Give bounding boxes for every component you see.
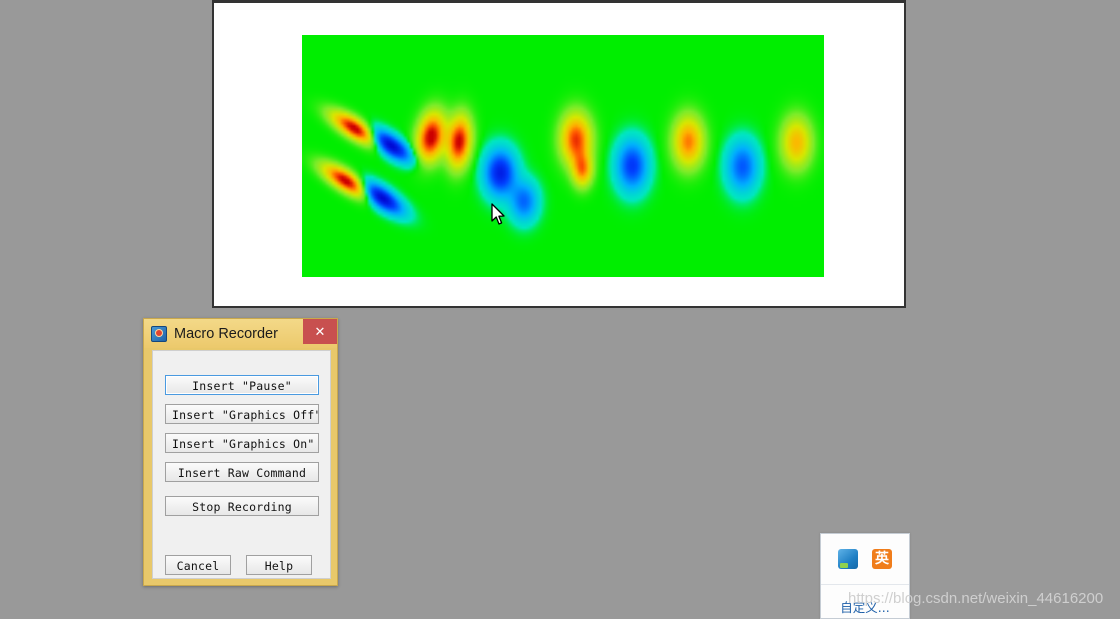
insert-graphics-off-button[interactable]: Insert "Graphics Off" [165, 404, 319, 424]
help-button[interactable]: Help [246, 555, 312, 575]
dialog-body: Insert "Pause" Insert "Graphics Off" Ins… [152, 350, 331, 579]
simulation-window[interactable] [212, 0, 906, 308]
dialog-title: Macro Recorder [174, 325, 278, 342]
insert-raw-command-button[interactable]: Insert Raw Command [165, 462, 319, 482]
ime-icon-row: 英 [821, 534, 909, 585]
cancel-button[interactable]: Cancel [165, 555, 231, 575]
macro-recorder-dialog[interactable]: Macro Recorder ✕ Insert "Pause" Insert "… [143, 318, 338, 586]
ime-logo-icon[interactable] [838, 549, 858, 569]
language-mode-icon[interactable]: 英 [872, 549, 892, 569]
close-icon[interactable]: ✕ [303, 319, 337, 344]
insert-graphics-on-button[interactable]: Insert "Graphics On" [165, 433, 319, 453]
ime-language-bar[interactable]: 英 自定义... [820, 533, 910, 619]
vorticity-plot-canvas[interactable] [302, 35, 824, 277]
ime-customize-link[interactable]: 自定义... [821, 585, 909, 616]
vorticity-field-svg [302, 35, 824, 277]
macro-recorder-icon [151, 325, 167, 342]
dialog-titlebar[interactable]: Macro Recorder ✕ [144, 319, 337, 348]
insert-pause-button[interactable]: Insert "Pause" [165, 375, 319, 395]
stop-recording-button[interactable]: Stop Recording [165, 496, 319, 516]
